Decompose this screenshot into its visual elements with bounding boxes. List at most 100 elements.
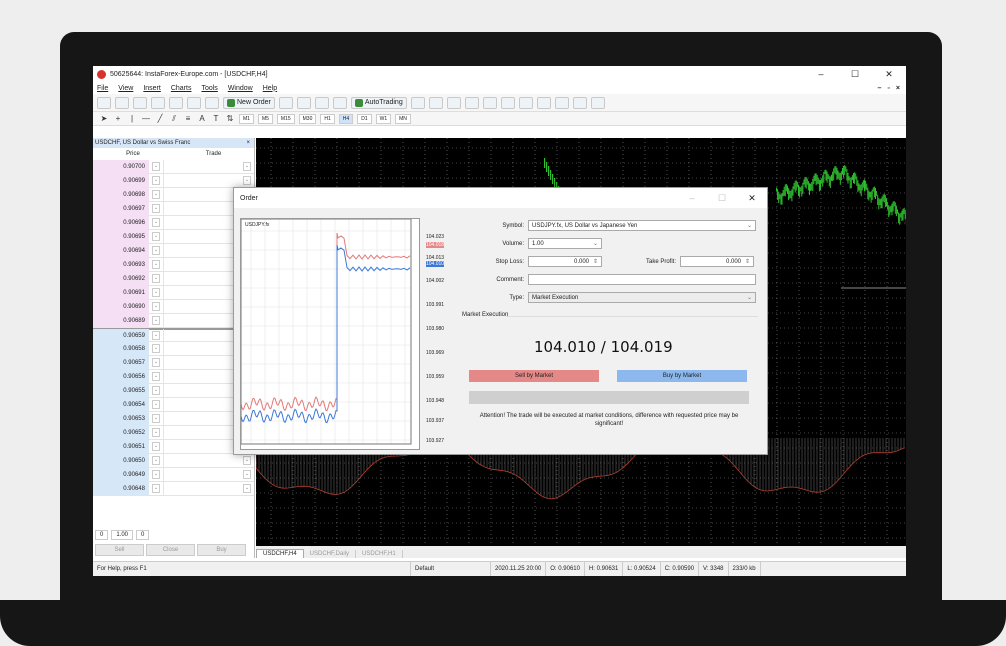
dom-order-dropdown-icon[interactable]: ⌄ (152, 484, 160, 493)
chart-tab-usdchf-h4[interactable]: USDCHF,H4 (256, 549, 304, 558)
sell-by-market-button[interactable]: Sell by Market (469, 370, 599, 382)
trendline-icon[interactable]: ╱ (155, 114, 165, 123)
dom-order-dropdown-icon[interactable]: ⌄ (152, 190, 160, 199)
dom-trade-cell[interactable] (163, 313, 240, 328)
dom-order-dropdown-icon[interactable]: ⌄ (152, 400, 160, 409)
dom-trade-cell[interactable] (163, 173, 240, 188)
close-button[interactable]: ✕ (872, 69, 906, 80)
volume-select[interactable]: 1.00 ⌄ (528, 238, 602, 249)
dom-order-dropdown-icon[interactable]: ⌄ (152, 386, 160, 395)
menu-view[interactable]: View (118, 85, 133, 92)
take-profit-input[interactable]: 0.000 ⇕ (680, 256, 754, 267)
scroll-chart-icon[interactable] (518, 96, 533, 109)
dom-trade-cell[interactable] (163, 411, 240, 426)
dom-trade-cell[interactable] (163, 271, 240, 286)
dom-trade-cell[interactable] (163, 383, 240, 398)
market-watch-icon[interactable] (133, 96, 147, 109)
dom-order-dropdown-icon[interactable]: ⌄ (152, 344, 160, 353)
horizontal-line-icon[interactable]: — (141, 114, 151, 123)
dom-trade-cell[interactable] (163, 201, 240, 216)
dom-volume-input[interactable]: 1.00 (111, 530, 134, 540)
dom-trade-cell[interactable] (163, 341, 240, 356)
timeframe-m15[interactable]: M15 (276, 113, 295, 124)
dom-buy-button[interactable]: Buy (197, 544, 246, 556)
dom-order-dropdown-icon[interactable]: ⌄ (152, 302, 160, 311)
dom-order-dropdown-icon[interactable]: ⌄ (152, 414, 160, 423)
take-profit-spin-icon[interactable]: ⇕ (745, 257, 750, 267)
chart-tab-usdchf-h1[interactable]: USDCHF,H1 (356, 550, 403, 558)
dom-order-dropdown-icon[interactable]: ⌄ (152, 442, 160, 451)
menu-help[interactable]: Help (263, 85, 277, 92)
dom-trade-cell[interactable] (163, 285, 240, 300)
dom-trade-cell[interactable] (163, 369, 240, 384)
menu-file[interactable]: File (97, 85, 108, 92)
dom-trade-cell[interactable] (163, 215, 240, 230)
dom-order-dropdown-icon[interactable]: ⌄ (152, 372, 160, 381)
type-select[interactable]: Market Execution ⌄ (528, 292, 756, 303)
tile-windows-icon[interactable] (500, 96, 515, 109)
dom-trade-cell[interactable] (163, 467, 240, 482)
maximize-button[interactable]: ☐ (838, 69, 872, 80)
symbol-select[interactable]: USDJPY.fx, US Dollar vs Japanese Yen ⌄ (528, 220, 756, 231)
dom-order-dropdown-icon[interactable]: ⌄ (152, 162, 160, 171)
mdi-close[interactable]: × (896, 85, 900, 92)
zoom-in-icon[interactable] (464, 96, 479, 109)
timeframe-mn[interactable]: MN (395, 113, 411, 124)
menu-insert[interactable]: Insert (143, 85, 161, 92)
dom-close-button[interactable]: × (246, 140, 250, 146)
meta-editor-icon[interactable] (278, 96, 293, 109)
stop-loss-input[interactable]: 0.000 ⇕ (528, 256, 602, 267)
dom-order-dropdown-icon[interactable]: ⌄ (152, 288, 160, 297)
menu-charts[interactable]: Charts (171, 85, 192, 92)
dom-trade-cell[interactable] (163, 355, 240, 370)
dom-sl-input[interactable]: 0 (95, 530, 109, 540)
dom-tp-input[interactable]: 0 (136, 530, 150, 540)
dom-order-dropdown-icon[interactable]: ⌄ (152, 176, 160, 185)
dom-trade-dropdown-icon[interactable]: ⌄ (243, 470, 251, 479)
indicators-icon[interactable] (554, 96, 569, 109)
comment-input[interactable] (528, 274, 756, 285)
order-minimize-button[interactable]: – (677, 193, 707, 204)
new-chart-icon[interactable] (97, 96, 111, 109)
signals-icon[interactable] (296, 96, 311, 109)
auto-trading-button[interactable]: AutoTrading (350, 96, 407, 109)
dom-trade-dropdown-icon[interactable]: ⌄ (243, 176, 251, 185)
buy-by-market-button[interactable]: Buy by Market (617, 370, 747, 382)
dom-trade-cell[interactable] (163, 229, 240, 244)
dom-order-dropdown-icon[interactable]: ⌄ (152, 274, 160, 283)
navigator-icon[interactable] (169, 96, 183, 109)
dom-trade-dropdown-icon[interactable]: ⌄ (243, 484, 251, 493)
periods-icon[interactable] (572, 96, 587, 109)
dom-trade-cell[interactable] (163, 328, 240, 343)
dom-order-dropdown-icon[interactable]: ⌄ (152, 204, 160, 213)
chart-shift-icon[interactable] (536, 96, 551, 109)
vps-icon[interactable] (332, 96, 347, 109)
mdi-minimize[interactable]: – (878, 85, 882, 92)
vertical-line-icon[interactable]: | (127, 114, 137, 123)
dom-trade-cell[interactable] (163, 425, 240, 440)
dom-trade-cell[interactable] (163, 160, 240, 174)
text-label-icon[interactable]: T (211, 114, 221, 123)
dom-order-dropdown-icon[interactable]: ⌄ (152, 246, 160, 255)
cursor-icon[interactable]: ➤ (99, 114, 109, 123)
menu-tools[interactable]: Tools (201, 85, 217, 92)
timeframe-d1[interactable]: D1 (357, 113, 372, 124)
dom-trade-cell[interactable] (163, 397, 240, 412)
timeframe-h1[interactable]: H1 (320, 113, 335, 124)
timeframe-h4[interactable]: H4 (338, 113, 354, 124)
market-icon[interactable] (314, 96, 329, 109)
order-maximize-button[interactable]: ☐ (707, 193, 737, 204)
channel-icon[interactable]: ⫽ (169, 114, 179, 124)
dom-order-dropdown-icon[interactable]: ⌄ (152, 470, 160, 479)
dom-order-dropdown-icon[interactable]: ⌄ (152, 316, 160, 325)
terminal-icon[interactable] (187, 96, 201, 109)
dom-trade-cell[interactable] (163, 481, 240, 496)
dom-order-dropdown-icon[interactable]: ⌄ (152, 456, 160, 465)
dom-trade-cell[interactable] (163, 439, 240, 454)
crosshair-icon[interactable]: + (113, 114, 123, 123)
chart-tab-usdchf-daily[interactable]: USDCHF,Daily (304, 550, 357, 558)
stop-loss-spin-icon[interactable]: ⇕ (593, 257, 598, 267)
text-icon[interactable]: A (197, 114, 207, 123)
dom-order-dropdown-icon[interactable]: ⌄ (152, 232, 160, 241)
dom-trade-cell[interactable] (163, 243, 240, 258)
